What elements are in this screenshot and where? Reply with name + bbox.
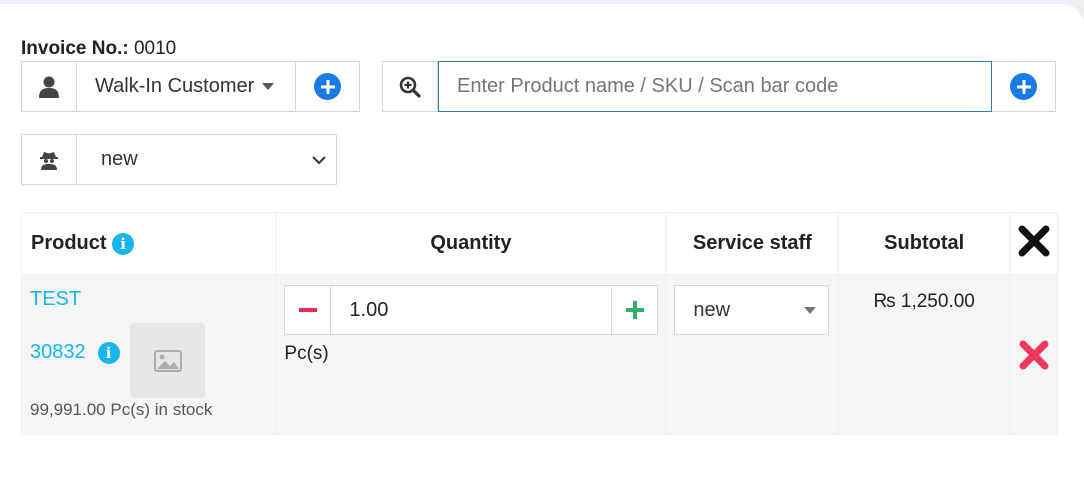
service-staff-cell: new [665, 274, 840, 435]
remove-cell [1009, 274, 1058, 435]
unit-label: Pc(s) [284, 343, 329, 364]
user-icon [21, 61, 77, 112]
subtotal-cell: ₨ 1,250.00 [838, 274, 1011, 435]
minus-icon [298, 308, 317, 312]
increase-quantity-button[interactable] [611, 285, 659, 335]
service-staff-select[interactable]: new [77, 134, 337, 185]
table-header-row: Product i Quantity Service staff Subtota… [20, 212, 1058, 275]
product-search-input[interactable] [438, 61, 992, 112]
plus-icon [625, 301, 644, 319]
customer-select[interactable]: Walk-In Customer [77, 61, 296, 112]
quantity-input[interactable]: 1.00 [331, 285, 612, 335]
stock-text: 99,991.00 Pc(s) in stock [30, 400, 213, 419]
info-icon[interactable]: i [97, 341, 120, 364]
search-plus-icon [382, 61, 438, 112]
user-secret-icon [21, 134, 77, 185]
customer-group: Walk-In Customer [21, 61, 360, 112]
plus-circle-icon [1010, 73, 1037, 100]
info-icon[interactable]: i [112, 232, 135, 255]
quantity-header: Quantity [275, 212, 667, 275]
product-cell: TEST 30832 i 99,991.00 Pc(s) in stock [20, 274, 277, 435]
subtotal-header: Subtotal [838, 212, 1011, 275]
invoice-number: Invoice No.: 0010 [21, 38, 177, 59]
remove-row-icon[interactable] [1018, 339, 1050, 371]
chevron-down-icon [262, 83, 275, 90]
product-search-group [382, 61, 1056, 112]
product-sku-link[interactable]: 30832 [30, 341, 86, 364]
decrease-quantity-button[interactable] [284, 285, 332, 335]
row-service-staff-select[interactable]: new [674, 285, 830, 335]
chevron-down-icon [804, 306, 817, 314]
pos-table: Product i Quantity Service staff Subtota… [20, 212, 1058, 435]
close-icon[interactable] [1009, 212, 1058, 275]
add-customer-button[interactable] [296, 61, 360, 112]
product-header: Product i [20, 212, 277, 275]
quantity-cell: 1.00 Pc(s) [275, 274, 667, 435]
add-product-button[interactable] [992, 61, 1056, 112]
product-image-placeholder [130, 323, 205, 398]
product-name-link[interactable]: TEST [30, 288, 275, 311]
service-staff-header: Service staff [665, 212, 840, 275]
image-icon [153, 349, 182, 372]
service-staff-group: new [21, 134, 337, 185]
table-row: TEST 30832 i 99,991.00 Pc(s) in stock 1.… [20, 274, 1058, 435]
pos-card: Invoice No.: 0010 Walk-In Customer new [0, 4, 1084, 498]
plus-circle-icon [314, 73, 341, 100]
chevron-down-icon [312, 155, 326, 164]
quantity-stepper: 1.00 [284, 285, 665, 335]
